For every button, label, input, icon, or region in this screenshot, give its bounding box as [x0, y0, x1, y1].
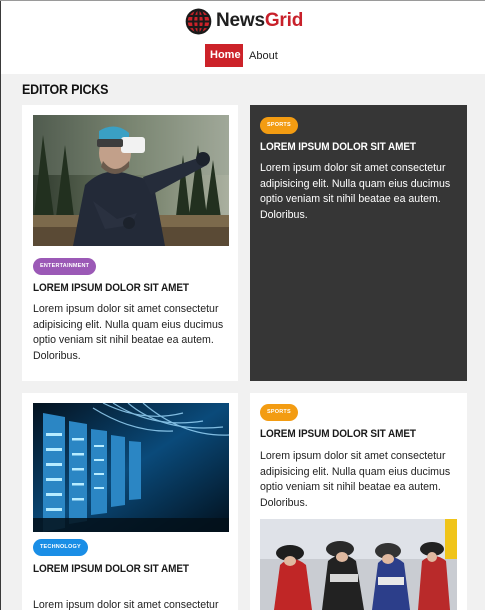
article-card-entertainment[interactable]: ENTERTAINMENT LOREM IPSUM DOLOR SIT AMET…: [22, 105, 238, 381]
article-excerpt: Lorem ipsum dolor sit amet consectetur a…: [33, 303, 224, 362]
site-name: NewsGrid: [216, 10, 303, 32]
nav-home-link[interactable]: Home: [205, 44, 243, 67]
article-image[interactable]: [33, 403, 229, 532]
globe-icon: [185, 8, 212, 34]
section-title: EDITOR PICKS: [22, 82, 109, 98]
vr-headset-photo: [33, 115, 229, 246]
article-excerpt: Lorem ipsum dolor sit amet consectetur a…: [260, 450, 451, 509]
category-tag[interactable]: SPORTS: [260, 404, 298, 421]
nav-about-link[interactable]: About: [249, 50, 278, 62]
article-image[interactable]: [33, 115, 229, 246]
article-excerpt: Lorem ipsum dolor sit amet consectetur a…: [260, 162, 451, 221]
article-card-sports[interactable]: SPORTS LOREM IPSUM DOLOR SIT AMET Lorem …: [250, 105, 467, 381]
brand-logo-link[interactable]: NewsGrid: [185, 6, 303, 36]
site-name-secondary: Grid: [264, 10, 304, 31]
site-header: NewsGrid Home About: [0, 0, 485, 74]
category-tag[interactable]: SPORTS: [260, 117, 298, 134]
window-edge-left: [0, 0, 1, 610]
category-tag[interactable]: TECHNOLOGY: [33, 539, 88, 556]
article-title[interactable]: LOREM IPSUM DOLOR SIT AMET: [33, 282, 189, 294]
cycling-race-photo: [260, 519, 457, 610]
site-name-primary: News: [216, 10, 265, 31]
window-edge-top: [0, 0, 485, 1]
article-title[interactable]: LOREM IPSUM DOLOR SIT AMET: [260, 141, 416, 153]
article-card-technology[interactable]: TECHNOLOGY LOREM IPSUM DOLOR SIT AMET Lo…: [22, 393, 238, 610]
article-card-sports-2[interactable]: SPORTS LOREM IPSUM DOLOR SIT AMET Lorem …: [250, 393, 467, 610]
article-image[interactable]: [260, 519, 457, 610]
article-title[interactable]: LOREM IPSUM DOLOR SIT AMET: [33, 563, 189, 575]
server-rack-photo: [33, 403, 229, 532]
article-excerpt: Lorem ipsum dolor sit amet consectetur a…: [33, 599, 219, 610]
article-title[interactable]: LOREM IPSUM DOLOR SIT AMET: [260, 428, 416, 440]
category-tag[interactable]: ENTERTAINMENT: [33, 258, 97, 275]
main-nav: Home About: [205, 44, 278, 67]
